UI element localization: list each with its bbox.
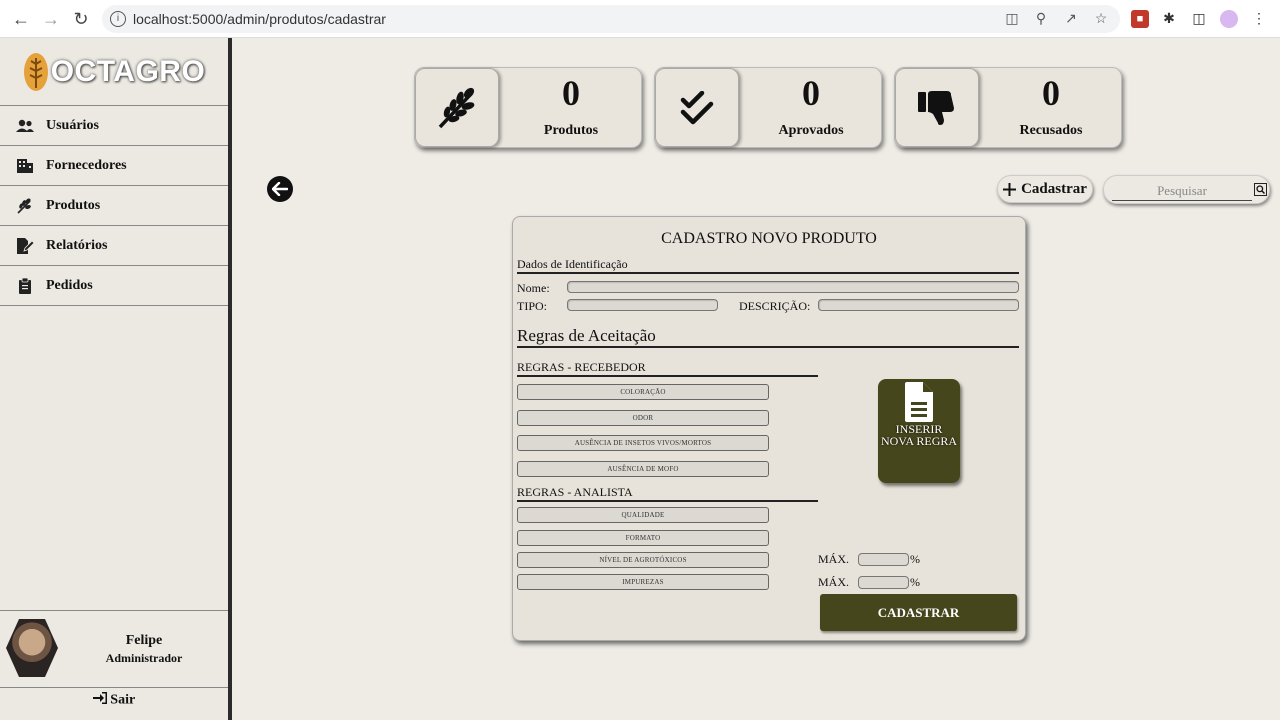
max-label-1: MÁX. bbox=[818, 552, 850, 566]
report-icon bbox=[15, 237, 35, 255]
back-nav-icon[interactable]: ← bbox=[10, 8, 32, 30]
brand-name: OCTAGRO bbox=[50, 54, 206, 88]
tipo-field[interactable] bbox=[567, 299, 718, 311]
rule-qualidade[interactable]: QUALIDADE bbox=[517, 507, 769, 523]
cadastrar-label: Cadastrar bbox=[1021, 180, 1087, 197]
stat-icon-box bbox=[895, 68, 979, 147]
site-info-icon[interactable]: i bbox=[110, 11, 126, 27]
stat-value: 0 bbox=[802, 73, 820, 113]
stat-card-aprovados: 0 Aprovados bbox=[654, 67, 882, 148]
rule-impurezas[interactable]: IMPUREZAS bbox=[517, 574, 769, 590]
search-input[interactable] bbox=[1112, 181, 1252, 201]
cadastrar-button[interactable]: Cadastrar bbox=[997, 175, 1093, 203]
avatar bbox=[6, 619, 58, 677]
clipboard-icon bbox=[15, 277, 35, 295]
sign-out-icon bbox=[92, 692, 111, 708]
sidebar-item-usuarios[interactable]: Usuários bbox=[0, 106, 228, 146]
rule-nivel-agrotoxicos[interactable]: NÍVEL DE AGROTÓXICOS bbox=[517, 552, 769, 568]
percent-label-2: % bbox=[910, 575, 920, 589]
extension-icon[interactable]: ■ bbox=[1131, 10, 1149, 28]
brand-logo[interactable]: OCTAGRO bbox=[0, 38, 228, 106]
rule-formato[interactable]: FORMATO bbox=[517, 530, 769, 546]
stat-label: Recusados bbox=[1019, 123, 1083, 138]
stat-value: 0 bbox=[562, 73, 580, 113]
rules-section-title: Regras de Aceitação bbox=[517, 326, 1019, 348]
sidebar-item-fornecedores[interactable]: Fornecedores bbox=[0, 146, 228, 186]
forward-nav-icon[interactable]: → bbox=[40, 8, 62, 30]
rule-coloracao[interactable]: COLORAÇÃO bbox=[517, 384, 769, 400]
cadastrar-submit-button[interactable]: CADASTRAR bbox=[820, 594, 1017, 631]
thumbs-down-icon bbox=[918, 90, 954, 125]
descricao-label: DESCRIÇÃO: bbox=[739, 299, 811, 313]
sidebar-item-label: Relatórios bbox=[46, 237, 108, 253]
sidebar-item-label: Pedidos bbox=[46, 277, 93, 293]
double-check-icon bbox=[680, 90, 714, 124]
url-text[interactable]: localhost:5000/admin/produtos/cadastrar bbox=[133, 11, 386, 27]
zoom-icon[interactable]: ⚲ bbox=[1032, 10, 1050, 28]
wheat-logo-icon bbox=[23, 52, 48, 91]
stat-value: 0 bbox=[1042, 73, 1060, 113]
bookmark-star-icon[interactable]: ☆ bbox=[1092, 10, 1110, 28]
stat-card-recusados: 0 Recusados bbox=[894, 67, 1122, 148]
rule-ausencia-insetos[interactable]: AUSÊNCIA DE INSETOS VIVOS/MORTOS bbox=[517, 435, 769, 451]
stat-icon-box bbox=[655, 68, 739, 147]
max-field-1[interactable] bbox=[858, 553, 909, 566]
search-icon[interactable] bbox=[1254, 183, 1267, 196]
analyst-rules-title: REGRAS - ANALISTA bbox=[517, 485, 818, 502]
sidebar-item-pedidos[interactable]: Pedidos bbox=[0, 266, 228, 306]
stat-card-produtos: 0 Produtos bbox=[414, 67, 642, 148]
wheat-icon bbox=[15, 197, 35, 215]
plus-icon bbox=[1003, 182, 1017, 196]
translate-icon[interactable]: ◫ bbox=[1003, 10, 1021, 28]
sidebar: OCTAGRO Usuários Fornecedores Produtos R… bbox=[0, 38, 232, 720]
sidebar-item-relatorios[interactable]: Relatórios bbox=[0, 226, 228, 266]
descricao-field[interactable] bbox=[818, 299, 1019, 311]
sidebar-item-label: Produtos bbox=[46, 197, 101, 213]
percent-label-1: % bbox=[910, 552, 920, 566]
building-icon bbox=[15, 157, 35, 175]
users-icon bbox=[15, 117, 35, 135]
max-label-2: MÁX. bbox=[818, 575, 850, 589]
menu-dots-icon[interactable]: ⋮ bbox=[1250, 10, 1268, 28]
share-icon[interactable]: ↗ bbox=[1062, 10, 1080, 28]
document-icon bbox=[905, 382, 933, 422]
product-form-panel: CADASTRO NOVO PRODUTO Dados de Identific… bbox=[512, 216, 1026, 641]
receiver-rules-title: REGRAS - RECEBEDOR bbox=[517, 360, 818, 377]
user-profile: Felipe Administrador bbox=[0, 610, 228, 688]
sidebar-item-label: Fornecedores bbox=[46, 157, 127, 173]
insert-new-rule-button[interactable]: INSERIR NOVA REGRA bbox=[878, 379, 960, 483]
arrow-left-icon bbox=[272, 182, 288, 196]
address-bar[interactable]: i localhost:5000/admin/produtos/cadastra… bbox=[102, 5, 1120, 33]
puzzle-icon[interactable]: ✱ bbox=[1160, 10, 1178, 28]
back-button[interactable] bbox=[267, 176, 293, 202]
stat-label: Aprovados bbox=[778, 123, 844, 138]
profile-avatar-icon[interactable] bbox=[1220, 10, 1238, 28]
max-field-2[interactable] bbox=[858, 576, 909, 589]
insert-new-rule-label: INSERIR NOVA REGRA bbox=[880, 422, 958, 448]
wheat-icon bbox=[438, 87, 475, 128]
sidebar-item-produtos[interactable]: Produtos bbox=[0, 186, 228, 226]
rule-odor[interactable]: ODOR bbox=[517, 410, 769, 426]
user-role: Administrador bbox=[105, 651, 183, 665]
browser-toolbar: ← → ↻ i localhost:5000/admin/produtos/ca… bbox=[0, 0, 1280, 38]
tipo-label: TIPO: bbox=[517, 299, 547, 313]
logout-button[interactable]: Sair bbox=[0, 692, 228, 709]
stat-icon-box bbox=[415, 68, 499, 147]
reload-icon[interactable]: ↻ bbox=[70, 8, 92, 30]
user-name: Felipe bbox=[125, 633, 163, 648]
rule-ausencia-mofo[interactable]: AUSÊNCIA DE MOFO bbox=[517, 461, 769, 477]
search-box bbox=[1103, 175, 1270, 204]
side-panel-icon[interactable]: ◫ bbox=[1190, 10, 1208, 28]
nome-label: Nome: bbox=[517, 281, 550, 295]
form-title: CADASTRO NOVO PRODUTO bbox=[661, 230, 877, 247]
logout-label: Sair bbox=[110, 692, 136, 708]
nome-field[interactable] bbox=[567, 281, 1019, 293]
identification-section-title: Dados de Identificação bbox=[517, 257, 1019, 274]
sidebar-item-label: Usuários bbox=[46, 117, 99, 133]
stat-label: Produtos bbox=[543, 123, 599, 138]
